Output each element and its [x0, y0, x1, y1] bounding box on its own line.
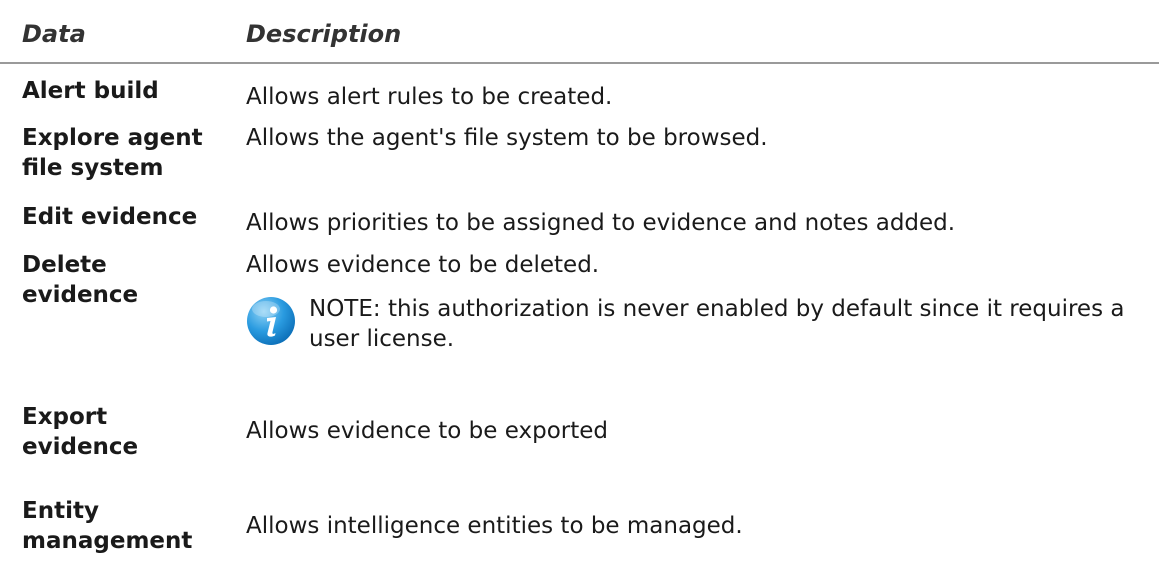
- info-icon: [247, 297, 295, 345]
- row-description: Allows the agent's file system to be bro…: [246, 125, 768, 151]
- column-header-description: Description: [246, 20, 402, 48]
- row-term: Delete evidence: [22, 252, 139, 308]
- note-callout: NOTE: this authorization is never enable…: [246, 294, 1146, 354]
- row-term: Edit evidence: [22, 204, 198, 230]
- column-header-data: Data: [22, 20, 86, 48]
- row-term: Entity management: [22, 498, 193, 554]
- row-description: Allows alert rules to be created.: [246, 84, 613, 110]
- row-description: Allows priorities to be assigned to evid…: [246, 210, 956, 236]
- row-term: Alert build: [22, 78, 159, 104]
- note-text: NOTE: this authorization is never enable…: [309, 296, 1125, 352]
- row-term: Export evidence: [22, 404, 139, 460]
- table-header: Data Description: [0, 0, 1159, 64]
- row-description: Allows intelligence entities to be manag…: [246, 513, 743, 539]
- row-description: Allows evidence to be deleted.: [246, 252, 600, 278]
- row-term: Explore agent file system: [22, 125, 203, 181]
- row-description: Allows evidence to be exported: [246, 418, 608, 444]
